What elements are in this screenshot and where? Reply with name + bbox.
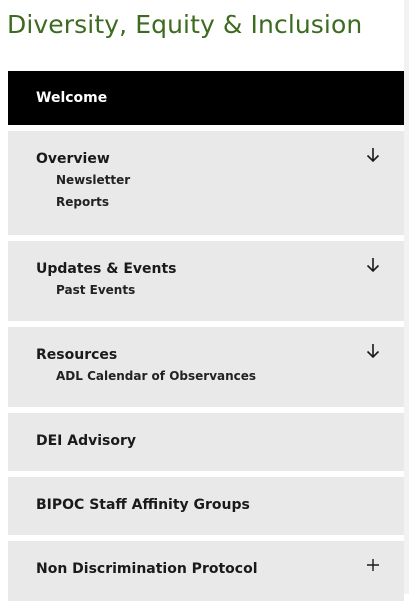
submenu-item-past-events[interactable]: Past Events [56, 283, 376, 298]
submenu-item-newsletter[interactable]: Newsletter [56, 173, 376, 188]
nav-item-dei-advisory[interactable]: DEI Advisory [8, 413, 404, 471]
dei-nav-menu: Welcome Overview Newsletter Reports Upda… [8, 71, 404, 607]
arrow-down-icon[interactable] [366, 343, 380, 359]
updates-submenu: Past Events [36, 283, 376, 298]
nav-item-updates-events-label: Updates & Events [36, 261, 177, 277]
right-edge-divider [404, 0, 409, 594]
nav-item-resources-label: Resources [36, 347, 118, 363]
page: Diversity, Equity & Inclusion Welcome Ov… [0, 0, 409, 601]
nav-item-non-discrimination-protocol[interactable]: Non Discrimination Protocol [8, 541, 404, 601]
nav-item-resources[interactable]: Resources ADL Calendar of Observances [8, 327, 404, 407]
nav-item-welcome-label: Welcome [36, 90, 108, 106]
page-title: Diversity, Equity & Inclusion [7, 10, 363, 39]
nav-item-overview-label: Overview [36, 151, 110, 167]
nav-item-updates-events[interactable]: Updates & Events Past Events [8, 241, 404, 321]
nav-item-non-discrimination-label: Non Discrimination Protocol [36, 561, 258, 577]
submenu-item-adl-calendar[interactable]: ADL Calendar of Observances [56, 369, 376, 384]
plus-icon[interactable] [366, 557, 380, 573]
nav-item-bipoc-affinity-groups[interactable]: BIPOC Staff Affinity Groups [8, 477, 404, 535]
overview-submenu: Newsletter Reports [36, 173, 376, 210]
nav-item-welcome[interactable]: Welcome [8, 71, 404, 125]
arrow-down-icon[interactable] [366, 147, 380, 163]
resources-submenu: ADL Calendar of Observances [36, 369, 376, 384]
nav-item-bipoc-label: BIPOC Staff Affinity Groups [36, 497, 250, 513]
nav-item-overview[interactable]: Overview Newsletter Reports [8, 131, 404, 235]
submenu-item-reports[interactable]: Reports [56, 195, 376, 210]
arrow-down-icon[interactable] [366, 257, 380, 273]
nav-item-dei-advisory-label: DEI Advisory [36, 433, 137, 449]
